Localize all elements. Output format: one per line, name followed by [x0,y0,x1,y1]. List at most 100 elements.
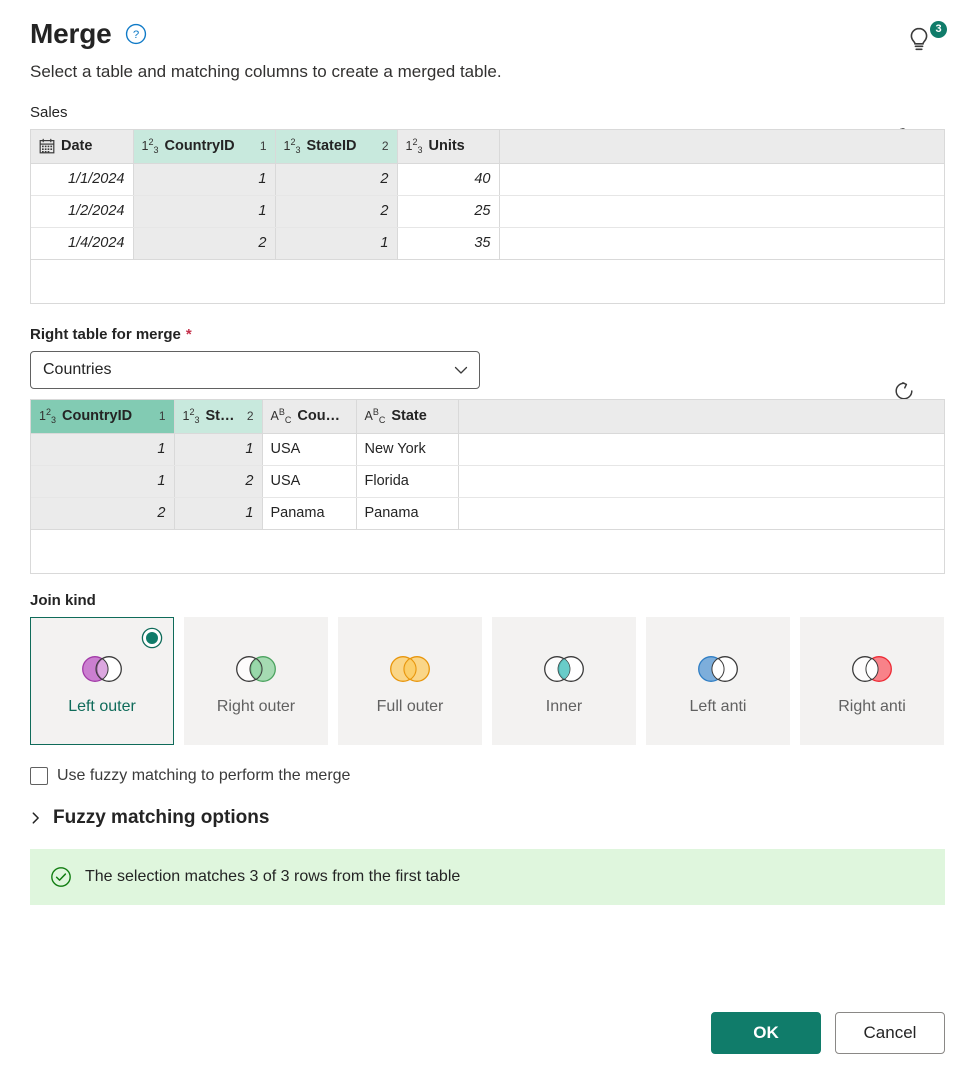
left-table-column-header-stateid[interactable]: 123 StateID 2 [275,130,397,163]
number-type-icon: 123 [142,138,159,155]
join-kind-option-left-anti[interactable]: Left anti [646,617,790,745]
table-row[interactable]: 12USAFlorida [31,465,944,497]
text-type-icon: ABC [271,408,292,425]
right-table-label-text: Right table for merge [30,326,181,343]
join-kind-option-label: Full outer [371,698,450,717]
right-table-field-label: Right table for merge * [30,326,945,343]
fuzzy-matching-options-expander[interactable]: Fuzzy matching options [30,807,945,829]
help-icon[interactable]: ? [125,23,147,45]
join-kind-label: Join kind [30,592,945,609]
right-table-column-header-stateid[interactable]: 123 StateID 2 [174,400,262,433]
merge-dialog: Merge ? 3 Select a table and matching co… [0,0,975,1078]
right-table-dropdown[interactable]: Countries [30,351,480,389]
svg-text:?: ? [133,29,139,41]
cancel-button[interactable]: Cancel [835,1012,945,1054]
table-cell: 2 [133,227,275,259]
venn-icon-wrap [849,652,895,686]
right-table-header-filler [458,400,944,433]
join-kind-options: Left outer Right outer Full outer Inner Left… [30,617,945,745]
chevron-right-icon [30,811,41,825]
join-kind-option-full-outer[interactable]: Full outer [338,617,482,745]
column-key-order: 1 [256,139,267,153]
table-cell: 40 [397,163,499,195]
table-cell-filler [458,465,944,497]
column-name: State [391,408,449,424]
join-kind-option-label: Left anti [684,698,753,717]
table-cell: Panama [262,497,356,529]
status-message: The selection matches 3 of 3 rows from t… [85,868,460,886]
left-table-column-header-units[interactable]: 123 Units [397,130,499,163]
table-cell: 2 [275,195,397,227]
right-table-body: 11USANew York12USAFlorida21PanamaPanama [31,433,944,529]
left-table-header-row: Date 123 CountryID 1 123 StateID 2 123 Units [31,130,944,163]
join-kind-option-left-outer[interactable]: Left outer [30,617,174,745]
right-table-preview[interactable]: 123CountryID1123StateID2ABCCountryABCSta… [30,399,945,574]
column-key-order: 2 [243,409,254,423]
table-cell: 1 [174,497,262,529]
dialog-header: Merge ? [30,0,945,50]
column-name: StateID [205,408,236,424]
column-name: CountryID [164,138,249,154]
join-kind-option-label: Right outer [211,698,301,717]
number-type-icon: 123 [406,138,423,155]
table-cell: 1 [275,227,397,259]
right-table-dropdown-value: Countries [43,361,453,379]
right-table: 123CountryID1123StateID2ABCCountryABCSta… [31,400,944,530]
number-type-icon: 123 [183,408,200,425]
fuzzy-matching-checkbox[interactable] [30,767,48,785]
table-row[interactable]: 11USANew York [31,433,944,465]
number-type-icon: 123 [39,408,56,425]
join-kind-option-label: Right anti [832,698,912,717]
left-table: Date 123 CountryID 1 123 StateID 2 123 Units 1/1… [31,130,944,260]
table-cell: New York [356,433,458,465]
venn-icon-wrap [79,652,125,686]
table-cell-filler [499,227,944,259]
left-anti-venn-icon [695,654,741,684]
right-table-column-header-country[interactable]: ABCCountry [262,400,356,433]
table-cell: Florida [356,465,458,497]
fuzzy-matching-checkbox-row[interactable]: Use fuzzy matching to perform the merge [30,767,945,785]
table-cell: USA [262,465,356,497]
chevron-down-icon [453,362,469,378]
right-table-column-header-countryid[interactable]: 123CountryID1 [31,400,174,433]
column-name: Date [61,138,125,154]
join-kind-option-right-anti[interactable]: Right anti [800,617,944,745]
inner-venn-icon [541,654,587,684]
left-table-column-header-countryid[interactable]: 123 CountryID 1 [133,130,275,163]
right-anti-venn-icon [849,654,895,684]
page-title: Merge [30,18,111,50]
number-type-icon: 123 [284,138,301,155]
right-table-column-header-state[interactable]: ABCState [356,400,458,433]
table-cell: 1 [174,433,262,465]
fuzzy-matching-label: Use fuzzy matching to perform the merge [57,767,350,785]
table-cell: 35 [397,227,499,259]
tips-button[interactable]: 3 [905,20,949,60]
table-row[interactable]: 1/1/20241240 [31,163,944,195]
full-outer-venn-icon [387,654,433,684]
column-key-order: 2 [378,139,389,153]
tips-badge: 3 [930,21,947,38]
table-row[interactable]: 21PanamaPanama [31,497,944,529]
required-marker: * [186,326,192,343]
venn-icon-wrap [233,652,279,686]
join-kind-option-label: Left outer [62,698,142,717]
table-cell: 1/2/2024 [31,195,133,227]
column-key-order: 1 [155,409,166,423]
left-table-preview[interactable]: Date 123 CountryID 1 123 StateID 2 123 Units 1/1… [30,129,945,304]
left-table-header-filler [499,130,944,163]
table-row[interactable]: 1/2/20241225 [31,195,944,227]
dialog-footer: OK Cancel [711,1012,945,1054]
table-cell: USA [262,433,356,465]
ok-button[interactable]: OK [711,1012,821,1054]
column-name: Units [428,138,490,154]
table-cell: 25 [397,195,499,227]
left-table-label: Sales [30,104,945,121]
dialog-subtitle: Select a table and matching columns to c… [30,62,945,82]
column-name: StateID [306,138,371,154]
fuzzy-matching-options-label: Fuzzy matching options [53,807,269,829]
join-kind-option-right-outer[interactable]: Right outer [184,617,328,745]
table-row[interactable]: 1/4/20242135 [31,227,944,259]
left-outer-venn-icon [79,654,125,684]
left-table-column-header-date[interactable]: Date [31,130,133,163]
join-kind-option-inner[interactable]: Inner [492,617,636,745]
